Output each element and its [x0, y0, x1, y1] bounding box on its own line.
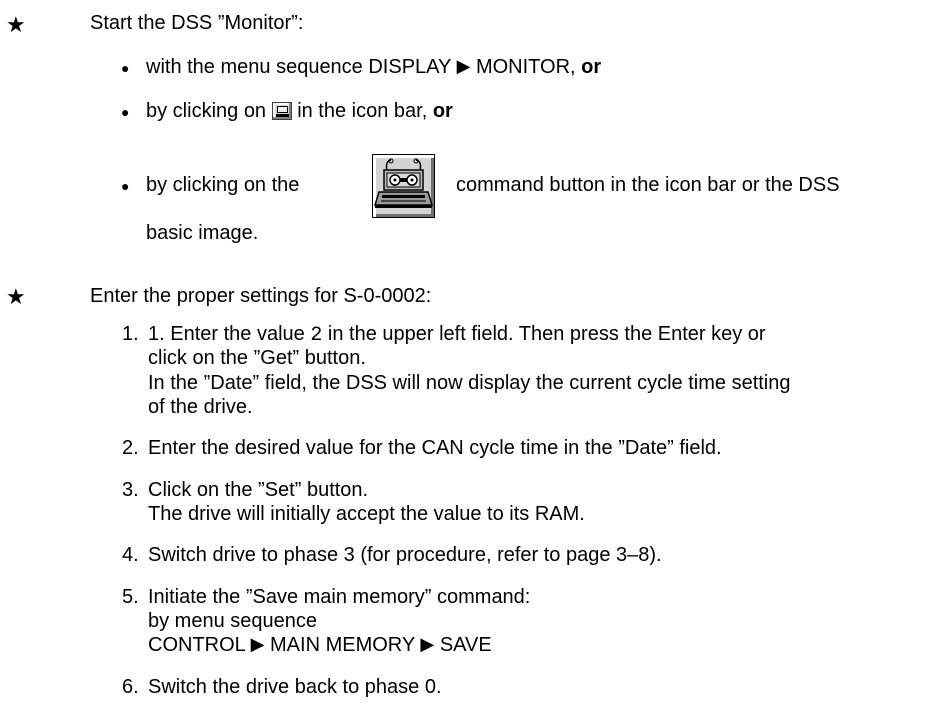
step4-number: 4. — [122, 544, 139, 566]
step1-line2: click on the ”Get” button. — [148, 347, 366, 369]
section2-heading: Enter the proper settings for S-0-0002: — [90, 285, 432, 307]
step4-line1: Switch drive to phase 3 (for procedure, … — [148, 544, 662, 566]
step1-line3: In the ”Date” field, the DSS will now di… — [148, 372, 791, 394]
step2-number: 2. — [122, 437, 139, 459]
bullet-icon: ● — [121, 178, 130, 194]
step1-text-post: in the upper left field. Then press the … — [327, 323, 766, 345]
step1-text: 1. Enter the value — [148, 323, 305, 345]
step3-line1: Click on the ”Set” button. — [148, 479, 369, 501]
step6-number: 6. — [122, 676, 139, 698]
bullet3-text-post: command button in the icon bar or the DS… — [456, 174, 840, 196]
step5-line2: by menu sequence — [148, 610, 318, 632]
menu-save: SAVE — [439, 634, 492, 656]
monitor-command-button-icon — [372, 154, 435, 218]
step1-line4: of the drive. — [148, 396, 253, 418]
star-bullet-icon: ★ — [6, 284, 26, 309]
step3-line2: The drive will initially accept the valu… — [148, 503, 585, 525]
bullet3-continuation: basic image. — [146, 222, 259, 244]
arrow-right-icon: ▶ — [420, 634, 435, 654]
bullet-icon: ● — [121, 60, 130, 76]
bullet1-menu-item: MONITOR, — [475, 56, 576, 78]
or-label: or — [432, 100, 453, 122]
arrow-right-icon: ▶ — [456, 56, 471, 76]
step6-line1: Switch the drive back to phase 0. — [148, 676, 442, 698]
step5-number: 5. — [122, 586, 139, 608]
step2-line1: Enter the desired value for the CAN cycl… — [148, 437, 722, 459]
bullet1-text: with the menu sequence DISPLAY — [146, 56, 451, 78]
bullet2-text-post: in the icon bar, — [297, 100, 428, 122]
bullet-icon: ● — [121, 104, 130, 120]
step3-number: 3. — [122, 479, 139, 501]
bullet-menu-sequence: with the menu sequence DISPLAY ▶ MONITOR… — [146, 56, 601, 79]
bullet-icon-click: by clicking on in the icon bar, or — [146, 100, 453, 123]
step1-line1: 1. Enter the value 2 in the upper left f… — [148, 323, 766, 347]
or-label: or — [581, 56, 602, 78]
step1-number: 1. — [122, 323, 139, 345]
step5-line1: Initiate the ”Save main memory” command: — [148, 586, 531, 608]
step5-line3: CONTROL ▶ MAIN MEMORY ▶ SAVE — [148, 634, 492, 657]
arrow-right-icon: ▶ — [250, 634, 265, 654]
star-bullet-icon: ★ — [6, 12, 26, 37]
bullet3-text: by clicking on the — [146, 174, 300, 196]
step1-value: 2 — [310, 324, 323, 347]
section1-heading: Start the DSS ”Monitor”: — [90, 12, 304, 34]
bullet2-text: by clicking on — [146, 100, 267, 122]
menu-control: CONTROL — [148, 634, 246, 656]
menu-main-memory: MAIN MEMORY — [270, 634, 415, 656]
monitor-small-icon — [271, 102, 292, 120]
